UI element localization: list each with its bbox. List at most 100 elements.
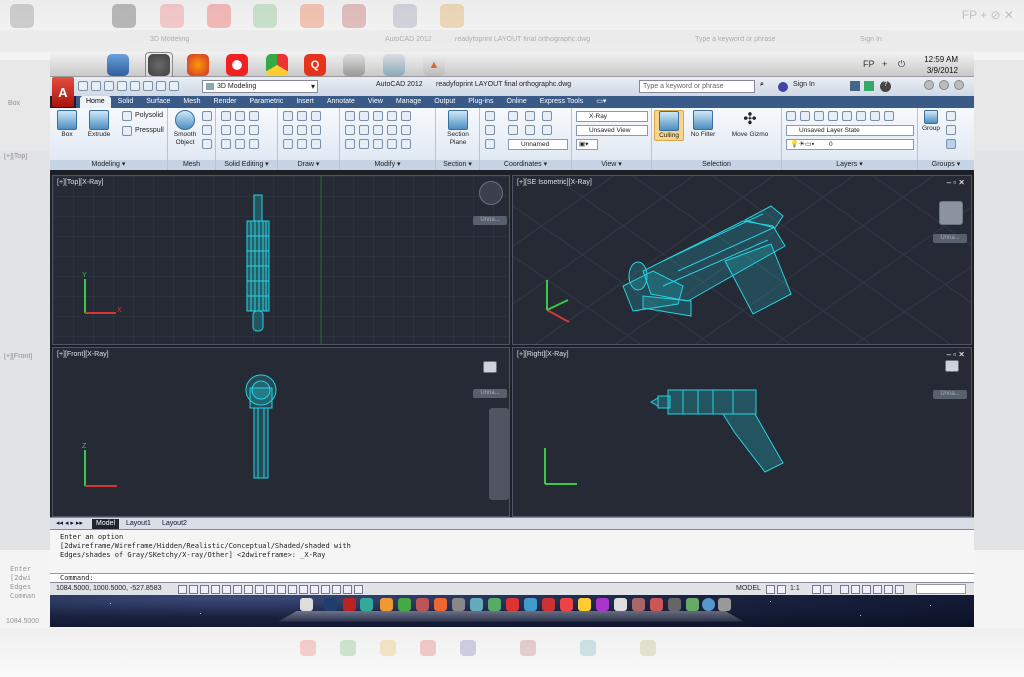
viewcube-iso[interactable] xyxy=(939,201,963,225)
named-ucs-dropdown[interactable]: Unnamed xyxy=(508,139,568,150)
clean-screen-icon[interactable] xyxy=(895,585,904,594)
layer-icon[interactable] xyxy=(884,111,894,121)
layer-icon[interactable] xyxy=(800,111,810,121)
workspace-switch-icon[interactable] xyxy=(840,585,849,594)
dock-autocad-icon[interactable] xyxy=(380,598,393,611)
undo-icon[interactable] xyxy=(143,81,153,91)
annotation-visibility-icon[interactable] xyxy=(812,585,821,594)
ortho-icon[interactable] xyxy=(200,585,209,594)
grid-icon[interactable] xyxy=(189,585,198,594)
dock-app-icon[interactable] xyxy=(614,598,627,611)
array-icon[interactable] xyxy=(359,139,369,149)
dock-trash-icon[interactable] xyxy=(718,598,731,611)
tray-plus-icon[interactable]: + xyxy=(882,59,887,69)
transparency-icon[interactable] xyxy=(288,585,297,594)
dock-acrobat-icon[interactable] xyxy=(343,598,356,611)
tab-plugins[interactable]: Plug-ins xyxy=(462,96,499,108)
user-icon[interactable] xyxy=(778,82,788,92)
group-select-icon[interactable] xyxy=(946,139,956,149)
ucs-y-icon[interactable] xyxy=(542,111,552,121)
apple-icon[interactable] xyxy=(60,54,82,76)
saveas-icon[interactable] xyxy=(117,81,127,91)
dock-photoshop-icon[interactable] xyxy=(324,598,337,611)
ucs-3point-icon[interactable] xyxy=(485,139,495,149)
model-space-toggle[interactable]: MODEL xyxy=(736,585,761,592)
tab-insert[interactable]: Insert xyxy=(290,96,320,108)
separate-icon[interactable] xyxy=(235,111,245,121)
finder-icon[interactable] xyxy=(107,54,129,76)
tab-model[interactable]: Model xyxy=(92,519,120,529)
viewport-front[interactable]: [+][Front][X-Ray] Z Unna... xyxy=(52,347,510,517)
document-app-icon[interactable] xyxy=(383,54,405,76)
dock-app-icon[interactable] xyxy=(596,598,609,611)
snap-icon[interactable] xyxy=(178,585,187,594)
dock-app-icon[interactable] xyxy=(560,598,573,611)
no-filter-button[interactable]: No Filter xyxy=(688,110,718,139)
extrude-button[interactable]: Extrude xyxy=(84,110,114,139)
rectangle-icon[interactable] xyxy=(297,125,307,135)
minimize-button[interactable] xyxy=(924,80,934,90)
selection-cycle-icon[interactable] xyxy=(310,585,319,594)
q-app-icon[interactable]: Q xyxy=(304,54,326,76)
layer-icon[interactable] xyxy=(870,111,880,121)
quickview-layouts-icon[interactable] xyxy=(343,585,352,594)
help-button[interactable]: ? xyxy=(880,81,891,92)
tab-express-tools[interactable]: Express Tools xyxy=(534,96,589,108)
ellipse-icon[interactable] xyxy=(311,139,321,149)
viewport-right[interactable]: [+][Right][X-Ray] – ▫ ✕ Unna... xyxy=(512,347,972,517)
culling-button[interactable]: Culling xyxy=(654,110,684,141)
search-input[interactable]: Type a keyword or phrase xyxy=(639,80,755,93)
group-edit-icon[interactable] xyxy=(946,125,956,135)
dock-app-icon[interactable] xyxy=(506,598,519,611)
polygon-icon[interactable] xyxy=(283,139,293,149)
modify-panel-label[interactable]: Modify ▾ xyxy=(340,160,435,170)
rotate-icon[interactable] xyxy=(345,125,355,135)
acrobat-icon[interactable] xyxy=(343,54,365,76)
modeling-panel-label[interactable]: Modeling ▾ xyxy=(50,160,167,170)
polar-icon[interactable] xyxy=(211,585,220,594)
save-icon[interactable] xyxy=(104,81,114,91)
draw-panel-label[interactable]: Draw ▾ xyxy=(278,160,339,170)
coordinates-panel-label[interactable]: Coordinates ▾ xyxy=(480,160,571,170)
dock-app-icon[interactable] xyxy=(702,598,715,611)
mirror-icon[interactable] xyxy=(359,125,369,135)
tray-power-icon[interactable]: ⏻ xyxy=(898,59,905,70)
ribbon-toggle-icon[interactable]: ▭▾ xyxy=(590,96,612,108)
mesh-tool-icon[interactable] xyxy=(202,111,212,121)
viewport-config-dropdown[interactable]: ▣▾ xyxy=(576,139,598,150)
mesh-tool-icon[interactable] xyxy=(202,125,212,135)
smooth-object-button[interactable]: Smooth Object xyxy=(170,110,200,147)
osnap-icon[interactable] xyxy=(222,585,231,594)
viewport-se-isometric[interactable]: [+][SE Isometric][X-Ray] – ▫ ✕ Unna... xyxy=(512,175,972,345)
tab-parametric[interactable]: Parametric xyxy=(243,96,289,108)
viewport-controls-right[interactable]: – ▫ ✕ xyxy=(947,350,965,359)
otrack-icon[interactable] xyxy=(244,585,253,594)
extract-edges-icon[interactable] xyxy=(249,111,259,121)
offset-icon[interactable] xyxy=(373,139,383,149)
navigation-bar[interactable] xyxy=(489,408,509,500)
dock-app-icon[interactable] xyxy=(668,598,681,611)
firefox-icon[interactable] xyxy=(187,54,209,76)
tab-render[interactable]: Render xyxy=(208,96,243,108)
quickview-drawings-icon[interactable] xyxy=(354,585,363,594)
quick-props-icon[interactable] xyxy=(299,585,308,594)
hardware-accel-icon[interactable] xyxy=(862,585,871,594)
dock-app-icon[interactable] xyxy=(360,598,373,611)
isolate-icon[interactable] xyxy=(873,585,882,594)
ucs-world-icon[interactable] xyxy=(508,111,518,121)
community-icon[interactable] xyxy=(864,81,874,91)
extrude-faces-icon[interactable] xyxy=(249,125,259,135)
dock-app-icon[interactable] xyxy=(416,598,429,611)
layer-icon[interactable] xyxy=(856,111,866,121)
thicken-icon[interactable] xyxy=(235,139,245,149)
viewport-label-top[interactable]: [+][Top][X-Ray] xyxy=(57,179,104,186)
lineweight-icon[interactable] xyxy=(277,585,286,594)
tab-mesh[interactable]: Mesh xyxy=(177,96,206,108)
section-plane-button[interactable]: Section Plane xyxy=(443,110,473,147)
tab-annotate[interactable]: Annotate xyxy=(321,96,361,108)
tab-online[interactable]: Online xyxy=(501,96,533,108)
ungroup-icon[interactable] xyxy=(946,111,956,121)
line-icon[interactable] xyxy=(283,111,293,121)
viewcube-right[interactable] xyxy=(945,360,959,372)
shell-icon[interactable] xyxy=(249,139,259,149)
